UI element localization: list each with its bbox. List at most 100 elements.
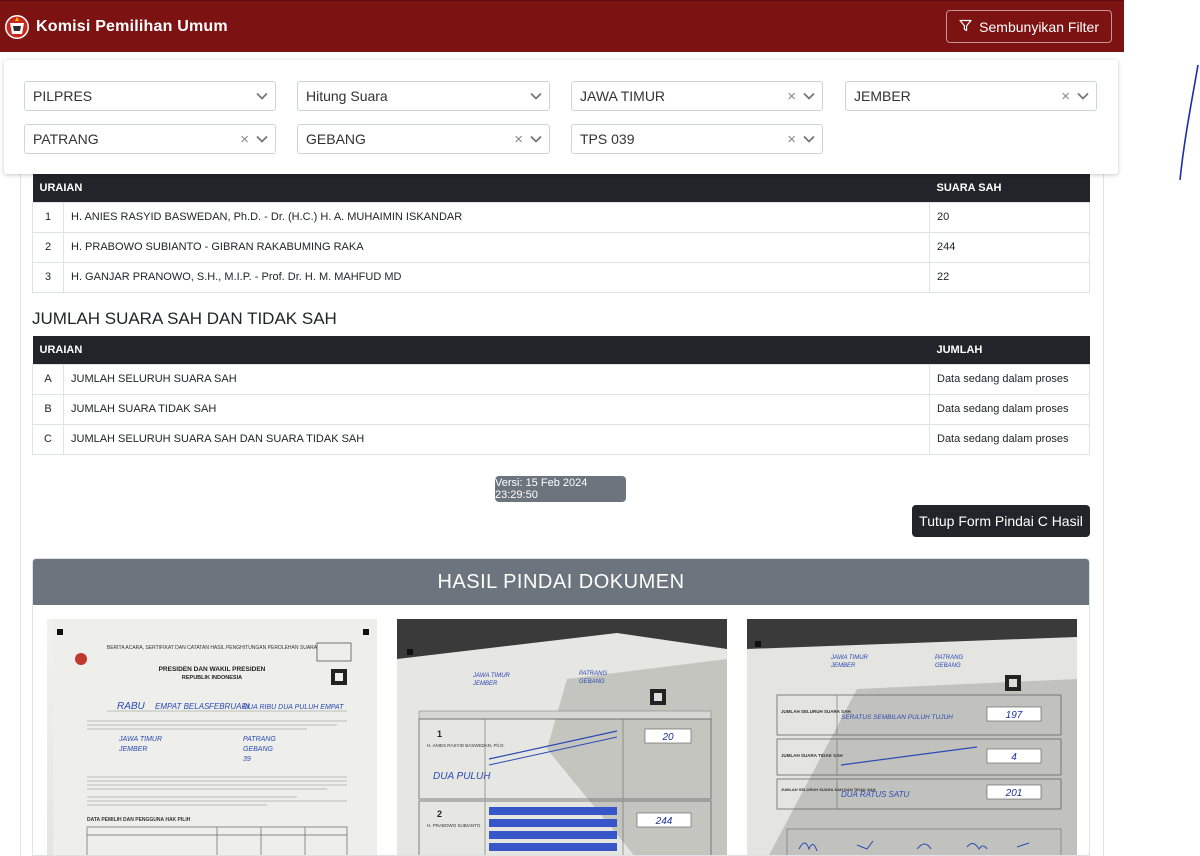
col-header-suara-sah: SUARA SAH	[929, 174, 1090, 202]
summary-value: Data sedang dalam proses	[929, 363, 1090, 395]
clear-icon[interactable]: ×	[514, 132, 523, 147]
row-letter: A	[32, 363, 64, 395]
clear-icon[interactable]: ×	[787, 89, 796, 104]
handwriting-village: GEBANG	[243, 746, 274, 753]
province-select[interactable]: JAWA TIMUR ×	[571, 81, 823, 111]
grand-total-digits: 201	[1005, 788, 1023, 799]
table-header-row: URAIAN SUARA SAH	[32, 174, 1090, 202]
table-row: 1 H. ANIES RASYID BASWEDAN, Ph.D. - Dr. …	[32, 201, 1090, 233]
table-row: A JUMLAH SELURUH SUARA SAH Data sedang d…	[32, 363, 1090, 395]
total-valid-digits: 197	[1006, 710, 1023, 721]
navbar: Komisi Pemilihan Umum Sembunyikan Filter	[0, 0, 1124, 52]
form-label-grand-total: JUMLAH SELURUH SUARA SAH DAN TIDAK SAH	[781, 787, 876, 792]
row-letter: B	[32, 393, 64, 425]
app-window: Komisi Pemilihan Umum Sembunyikan Filter…	[0, 0, 1124, 856]
handwriting-province: JAWA TIMUR	[472, 673, 511, 679]
candidate-1-name: H. ANIES RASYID BASWEDAN, Ph.D.	[427, 743, 505, 748]
handwriting-date: EMPAT BELAS	[155, 702, 210, 711]
chevron-down-icon	[530, 92, 542, 100]
candidate-votes: 244	[929, 231, 1090, 263]
candidate-1-number: 1	[437, 729, 442, 739]
chevron-down-icon	[530, 135, 542, 143]
tps-select-value: TPS 039	[580, 131, 635, 147]
summary-table: URAIAN JUMLAH A JUMLAH SELURUH SUARA SAH…	[32, 336, 1090, 455]
candidate-name: H. PRABOWO SUBIANTO - GIBRAN RAKABUMING …	[63, 231, 930, 263]
kpu-logo-icon	[4, 14, 30, 40]
regency-select-value: JEMBER	[854, 88, 911, 104]
election-select-value: PILPRES	[33, 88, 93, 104]
invalid-digits: 4	[1011, 752, 1017, 763]
scan-thumbnail-3[interactable]: JAWA TIMUR JEMBER PATRANG GEBANG SERATUS…	[747, 619, 1077, 855]
form-label-valid: JUMLAH SELURUH SUARA SAH	[781, 709, 851, 714]
table-header-row: URAIAN JUMLAH	[32, 336, 1090, 364]
mode-select[interactable]: Hitung Suara	[297, 81, 550, 111]
summary-label: JUMLAH SUARA TIDAK SAH	[63, 393, 930, 425]
candidate-2-digits: 244	[655, 816, 673, 827]
tps-select[interactable]: TPS 039 ×	[571, 124, 823, 154]
regency-select[interactable]: JEMBER ×	[845, 81, 1097, 111]
scan-thumbnail-1[interactable]: BERITA ACARA, SERTIFIKAT DAN CATATAN HAS…	[47, 619, 377, 855]
row-number: 1	[32, 201, 64, 233]
hide-filter-label: Sembunyikan Filter	[979, 18, 1099, 35]
handwriting-tps: 39	[243, 756, 251, 763]
candidate-name: H. GANJAR PRANOWO, S.H., M.I.P. - Prof. …	[63, 261, 930, 293]
handwriting-district: PATRANG	[935, 655, 963, 661]
form-heading: PRESIDEN DAN WAKIL PRESIDEN	[159, 666, 266, 673]
form-section-title: DATA PEMILIH DAN PENGGUNA HAK PILIH	[87, 817, 191, 823]
candidates-table: URAIAN SUARA SAH 1 H. ANIES RASYID BASWE…	[32, 174, 1090, 293]
table-row: 2 H. PRABOWO SUBIANTO - GIBRAN RAKABUMIN…	[32, 231, 1090, 263]
col-header-uraian: URAIAN	[32, 336, 930, 364]
summary-value: Data sedang dalam proses	[929, 423, 1090, 455]
filter-icon	[959, 19, 972, 35]
table-row: C JUMLAH SELURUH SUARA SAH DAN SUARA TID…	[32, 423, 1090, 455]
handwriting-district: PATRANG	[243, 736, 276, 743]
version-badge: Versi: 15 Feb 2024 23:29:50	[495, 476, 626, 502]
summary-label: JUMLAH SELURUH SUARA SAH	[63, 363, 930, 395]
hide-filter-button[interactable]: Sembunyikan Filter	[946, 10, 1112, 43]
chevron-down-icon	[803, 135, 815, 143]
handwriting-day: RABU	[117, 701, 146, 712]
close-scan-form-button[interactable]: Tutup Form Pindai C Hasil	[912, 505, 1090, 537]
form-label-invalid: JUMLAH SUARA TIDAK SAH	[781, 753, 843, 758]
row-number: 2	[32, 231, 64, 263]
village-select-value: GEBANG	[306, 131, 366, 147]
handwriting-candidate-1-words: DUA PULUH	[433, 771, 491, 782]
handwriting-regency: JEMBER	[472, 681, 498, 687]
handwriting-year: DUA RIBU DUA PULUH EMPAT	[243, 704, 344, 711]
col-header-jumlah: JUMLAH	[929, 336, 1090, 364]
handwriting-regency: JEMBER	[118, 746, 147, 753]
village-select[interactable]: GEBANG ×	[297, 124, 550, 154]
row-number: 3	[32, 261, 64, 293]
clear-icon[interactable]: ×	[787, 132, 796, 147]
chevron-down-icon	[1077, 92, 1089, 100]
summary-section-title: JUMLAH SUARA SAH DAN TIDAK SAH	[32, 309, 337, 328]
district-select-value: PATRANG	[33, 131, 99, 147]
candidate-votes: 20	[929, 201, 1090, 233]
clear-icon[interactable]: ×	[240, 132, 249, 147]
candidate-2-number: 2	[437, 809, 442, 819]
mode-select-value: Hitung Suara	[306, 88, 388, 104]
summary-value: Data sedang dalam proses	[929, 393, 1090, 425]
district-select[interactable]: PATRANG ×	[24, 124, 276, 154]
table-row: B JUMLAH SUARA TIDAK SAH Data sedang dal…	[32, 393, 1090, 425]
chevron-down-icon	[256, 135, 268, 143]
scan-results-card: HASIL PINDAI DOKUMEN BERITA ACARA, SERTI…	[32, 558, 1090, 856]
pen-annotation-mark	[1179, 64, 1199, 181]
scan-results-title: HASIL PINDAI DOKUMEN	[33, 559, 1089, 605]
clear-icon[interactable]: ×	[1061, 89, 1070, 104]
candidate-1-digits: 20	[661, 732, 674, 743]
handwriting-total-words: SERATUS SEMBILAN PULUH TUJUH	[841, 714, 953, 721]
chevron-down-icon	[803, 92, 815, 100]
candidate-votes: 22	[929, 261, 1090, 293]
province-select-value: JAWA TIMUR	[580, 88, 666, 104]
row-letter: C	[32, 423, 64, 455]
handwriting-district: PATRANG	[579, 671, 607, 677]
election-select[interactable]: PILPRES	[24, 81, 276, 111]
handwriting-regency: JEMBER	[830, 663, 856, 669]
handwriting-province: JAWA TIMUR	[830, 655, 869, 661]
app-title: Komisi Pemilihan Umum	[36, 17, 228, 35]
table-row: 3 H. GANJAR PRANOWO, S.H., M.I.P. - Prof…	[32, 261, 1090, 293]
scan-thumbnail-2[interactable]: JAWA TIMUR JEMBER PATRANG GEBANG DUA PUL…	[397, 619, 727, 855]
form-heading: REPUBLIK INDONESIA	[182, 675, 242, 681]
handwriting-village: GEBANG	[935, 663, 961, 669]
